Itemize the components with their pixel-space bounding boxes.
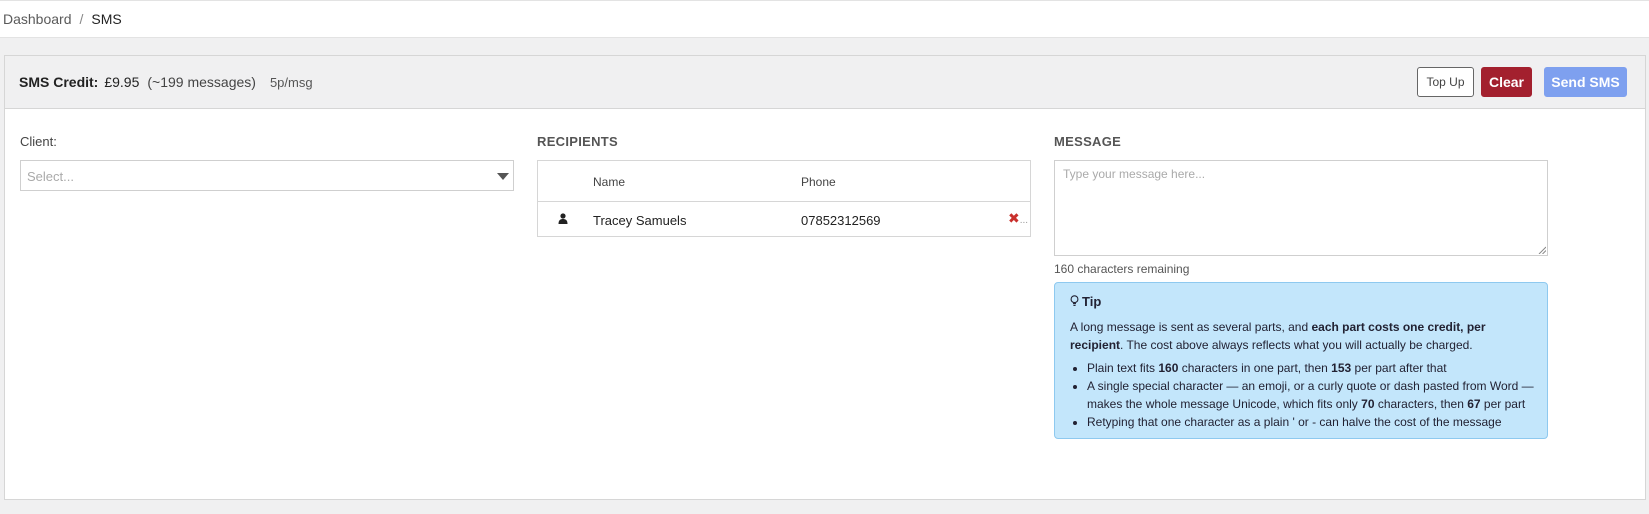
more-indicator: ...	[1019, 215, 1029, 226]
tip-bullet-text: per part after that	[1351, 361, 1447, 375]
top-up-button[interactable]: Top Up	[1417, 67, 1474, 97]
tip-bullet-text: characters, then	[1374, 397, 1468, 411]
clear-button[interactable]: Clear	[1481, 67, 1532, 97]
tip-bullet: Retyping that one character as a plain '…	[1087, 413, 1557, 431]
breadcrumb-current: SMS	[91, 11, 122, 27]
remove-x-icon: ✖	[1008, 210, 1020, 226]
recipients-table-header: Name Phone	[538, 161, 1030, 202]
sms-credit-summary: SMS Credit: £9.95 (~199 messages) 5p/msg	[19, 74, 313, 90]
send-sms-button[interactable]: Send SMS	[1544, 67, 1627, 97]
tip-bullet: A single special character — an emoji, o…	[1087, 377, 1557, 413]
tip-bullet-bold: 67	[1467, 397, 1481, 411]
recipients-table: Name Phone Tracey Samuels 07852312569 ✖.…	[537, 160, 1031, 237]
tip-bullet-bold: 153	[1331, 361, 1352, 375]
tip-bullet-text: Plain text fits	[1087, 361, 1159, 375]
user-icon	[558, 213, 568, 224]
tip-bullet-text: Retyping that one character as a plain '…	[1087, 415, 1502, 429]
breadcrumb-separator: /	[79, 11, 84, 27]
tip-bullet-text: characters in one part, then	[1178, 361, 1332, 375]
message-heading: MESSAGE	[1054, 134, 1122, 149]
recipient-phone: 07852312569	[801, 213, 881, 228]
tip-list: Plain text fits 160 characters in one pa…	[1070, 359, 1557, 431]
resize-grip-icon[interactable]	[1538, 246, 1546, 254]
remove-recipient-icon[interactable]: ✖...	[1008, 210, 1028, 227]
panel-header: SMS Credit: £9.95 (~199 messages) 5p/msg To…	[5, 56, 1645, 109]
credit-rate: 5p/msg	[269, 75, 313, 90]
tip-title: Tip	[1070, 294, 1101, 309]
tip-paragraph: A long message is sent as several parts,…	[1070, 318, 1535, 354]
recipients-heading: RECIPIENTS	[537, 134, 619, 149]
tip-bullet-bold: 160	[1158, 361, 1179, 375]
recipient-name: Tracey Samuels	[593, 213, 687, 228]
top-bar: Dashboard / SMS	[0, 0, 1649, 38]
client-select[interactable]: Select...	[20, 160, 514, 191]
chevron-down-icon	[497, 173, 509, 180]
client-select-placeholder: Select...	[27, 169, 74, 184]
sms-panel: SMS Credit: £9.95 (~199 messages) 5p/msg To…	[4, 55, 1646, 500]
breadcrumb-dashboard-link[interactable]: Dashboard	[3, 11, 72, 27]
tip-bullet-bold: 70	[1361, 397, 1375, 411]
credit-approx-messages: (~199 messages)	[147, 74, 256, 90]
credit-amount: £9.95	[104, 74, 140, 90]
column-header-phone: Phone	[801, 175, 836, 189]
table-row: Tracey Samuels 07852312569 ✖...	[538, 202, 1030, 237]
tip-title-text: Tip	[1082, 294, 1102, 309]
lightbulb-icon	[1070, 295, 1079, 306]
tip-para-text: A long message is sent as several parts,…	[1070, 320, 1312, 334]
client-label: Client:	[20, 134, 57, 149]
tip-box: Tip A long message is sent as several pa…	[1054, 282, 1548, 439]
tip-bullet: Plain text fits 160 characters in one pa…	[1087, 359, 1557, 377]
message-textarea[interactable]	[1054, 160, 1548, 256]
characters-remaining: 160 characters remaining	[1054, 262, 1190, 276]
credit-label: SMS Credit:	[19, 74, 99, 90]
tip-para-text-end: . The cost above always reflects what yo…	[1120, 338, 1473, 352]
tip-bullet-text: per part	[1480, 397, 1526, 411]
column-header-name: Name	[593, 175, 626, 189]
breadcrumb: Dashboard / SMS	[3, 11, 122, 27]
